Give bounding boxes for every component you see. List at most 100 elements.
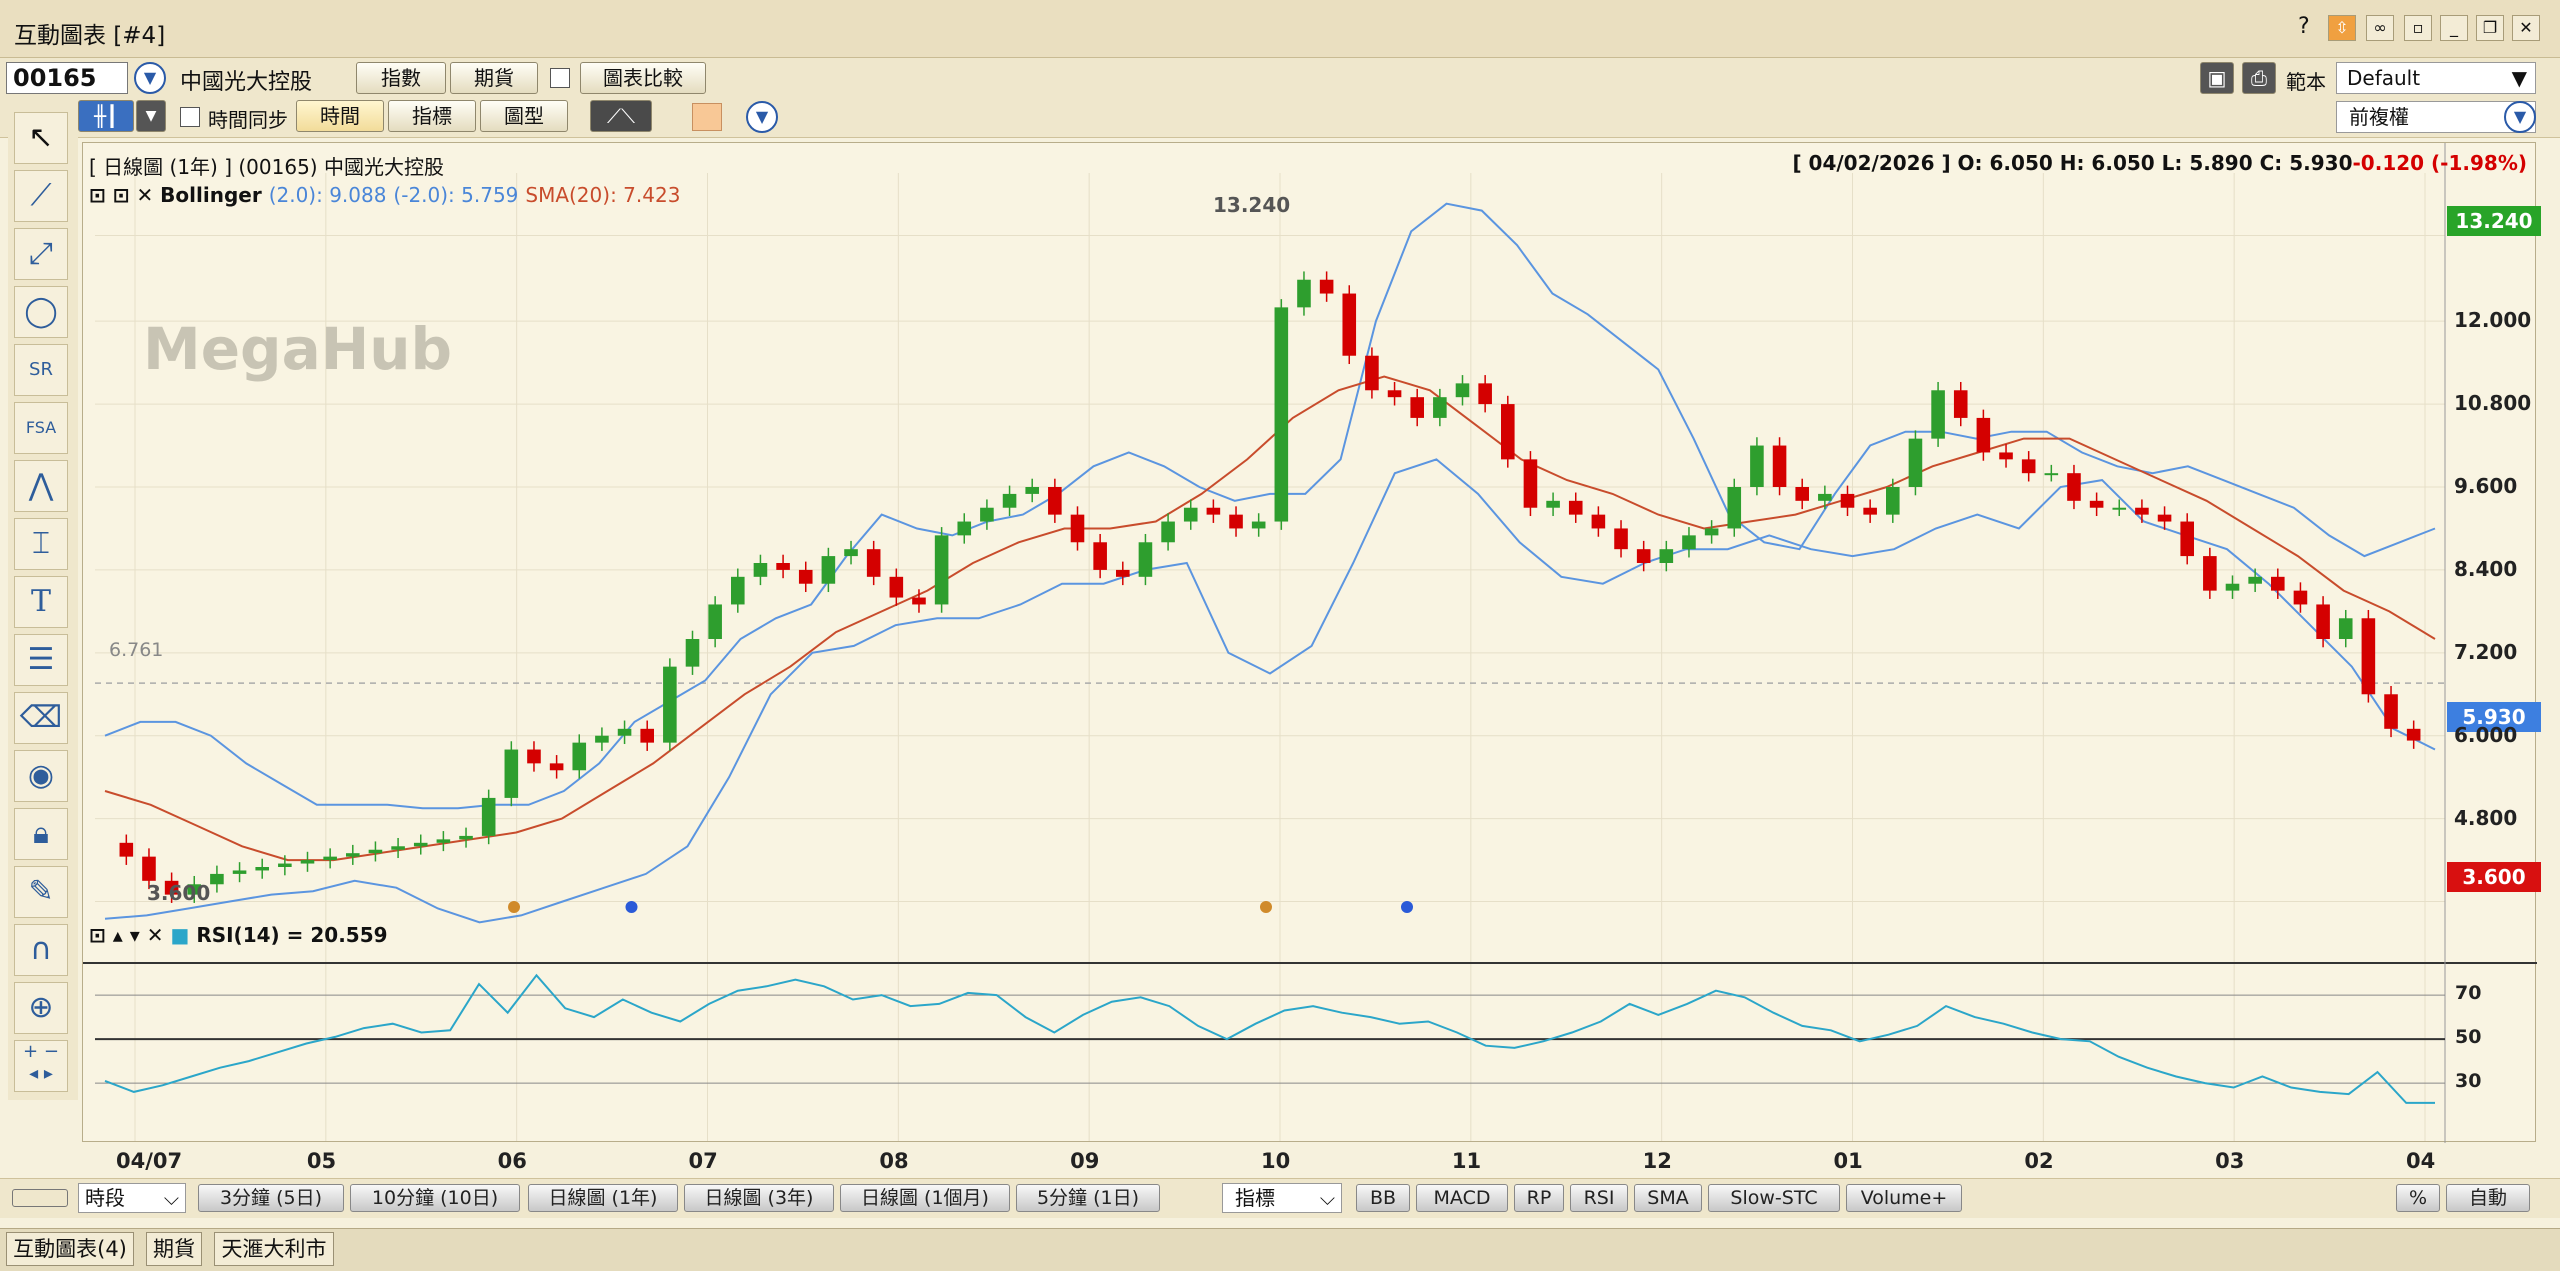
candle-body [2203,556,2217,591]
signal-dot [625,901,638,913]
save-icon[interactable]: ▣ [2200,62,2234,94]
indicator-slow-stc[interactable]: Slow-STC [1708,1184,1840,1212]
measure-icon[interactable]: ⌶ [14,518,68,570]
candle-body [2338,618,2353,639]
drawing-toolbar: ↖ ⟋ ⤢ ◯ SR FSA ⋀ ⌶ T ☰ ⌫ ◉ 🔒︎ ✎ ∩ ⊕ + − ◂… [8,100,78,1100]
x-tick-label: 07 [688,1149,718,1173]
candlestick-icon[interactable]: ╫┃ [78,100,134,132]
chart-type-dropdown-icon[interactable]: ▼ [136,100,166,132]
ellipse-icon[interactable]: ◯ [14,286,68,338]
y-tick-label: 6.000 [2454,722,2518,747]
futures-button[interactable]: 期貨 [450,62,538,94]
template-select[interactable]: Default ▼ [2336,62,2536,94]
indicator-sma[interactable]: SMA [1634,1184,1702,1212]
period-3min[interactable]: 3分鐘 (5日) [198,1184,344,1212]
zigzag-icon[interactable]: ⋀ [14,460,68,512]
chart-canvas[interactable] [83,143,2537,1143]
candle-body [1886,487,1900,515]
period-5min[interactable]: 5分鐘 (1日) [1016,1184,1160,1212]
indicator-macd[interactable]: MACD [1416,1184,1508,1212]
auto-button[interactable]: 自動 [2446,1184,2530,1212]
eraser-icon[interactable]: ⌫ [14,692,68,744]
candle-body [2293,590,2308,605]
period-daily-3y[interactable]: 日線圖 (3年) [684,1184,834,1212]
hide-icon[interactable]: ◉ [14,750,68,802]
fibonacci-arc-icon[interactable]: FSA [14,402,68,454]
magnet-icon[interactable]: ∩ [14,924,68,976]
time-button[interactable]: 時間 [296,100,384,132]
candle-body [278,863,292,867]
candle-body [527,749,541,764]
candle-body [595,735,609,743]
zoom-controls-icon[interactable]: + − ◂ ▸ [14,1040,68,1092]
close-icon[interactable]: ✕ [2512,15,2540,41]
options-dropdown-icon[interactable]: ▼ [746,101,778,133]
x-tick-label: 12 [1642,1149,1672,1173]
candle-body [1206,507,1221,515]
panel-toggle-icon[interactable] [12,1189,68,1207]
period-select[interactable]: 時段 ⌵ [78,1183,186,1213]
candle-body [1138,542,1153,577]
candle-body [980,507,994,522]
candle-body [1636,549,1651,563]
compare-button[interactable]: 圖表比較 [580,62,706,94]
candle-body [2089,500,2104,508]
indicator-volume[interactable]: Volume+ [1846,1184,1962,1212]
alert-line-icon[interactable]: ⤢ [14,228,68,280]
link-icon[interactable]: ∞ [2366,15,2394,41]
compare-checkbox[interactable] [550,68,570,88]
low-label: 3.600 [147,881,211,905]
period-daily-1y[interactable]: 日線圖 (1年) [528,1184,678,1212]
support-resistance-icon[interactable]: SR [14,344,68,396]
stock-dropdown-icon[interactable]: ▼ [134,62,166,94]
indicator-rp[interactable]: RP [1514,1184,1564,1212]
percent-button[interactable]: % [2396,1184,2440,1212]
candle-body [1863,507,1877,515]
line-chart-icon[interactable]: ⟋⟍ [590,100,652,132]
index-button[interactable]: 指數 [356,62,446,94]
restore-icon[interactable]: ▫ [2404,15,2432,41]
template-label: 範本 [2286,70,2326,94]
maximize-icon[interactable]: ❐ [2476,15,2504,41]
candle-body [413,842,428,847]
chart-area[interactable]: [ 日線圖 (1年) ] (00165) 中國光大控股 [ 04/02/2026… [82,142,2537,1143]
help-button[interactable]: ? [2298,14,2310,39]
sma-legend: SMA(20): 7.423 [525,183,681,207]
candle-body [2112,507,2127,510]
status-tab-chart[interactable]: 互動圖表(4) [6,1232,134,1266]
indicator-rsi[interactable]: RSI [1570,1184,1628,1212]
lock-icon[interactable]: 🔒︎ [14,808,68,860]
pin-icon[interactable]: ⇳ [2328,15,2356,41]
fib-retracement-icon[interactable]: ☰ [14,634,68,686]
reference-label: 6.761 [109,639,164,661]
status-tab-market[interactable]: 天滙大利市 [214,1232,334,1266]
stock-code-input[interactable]: 00165 [6,62,128,94]
brush-icon[interactable]: ✎ [14,866,68,918]
print-icon[interactable]: ⎙ [2242,62,2276,94]
indicator-select[interactable]: 指標 ⌵ [1222,1183,1342,1213]
minimize-icon[interactable]: _ [2440,15,2468,41]
pointer-icon[interactable]: ↖ [14,112,68,164]
candle-body [2248,576,2262,584]
status-tab-futures[interactable]: 期貨 [146,1232,202,1266]
color-swatch[interactable] [692,103,722,131]
candle-body [663,666,677,743]
adjust-dropdown-icon[interactable]: ▼ [2504,101,2536,133]
indicator-bb[interactable]: BB [1356,1184,1410,1212]
period-label: 時段 [85,1186,125,1210]
period-10min[interactable]: 10分鐘 (10日) [350,1184,520,1212]
x-tick-label: 10 [1261,1149,1291,1173]
chevron-down-icon: ▼ [2511,66,2527,90]
candle-body [1274,307,1289,522]
rsi-tick-label: 50 [2455,1026,2482,1049]
trendline-icon[interactable]: ⟋ [14,170,68,222]
text-icon[interactable]: T [14,576,68,628]
chart-type-button[interactable]: 圖型 [480,100,568,132]
rsi-tick-label: 30 [2455,1070,2482,1093]
legend-controls-icon[interactable]: ⊡ ⊡ ✕ [89,183,160,207]
rsi-controls-icon[interactable]: ⊡ ▴ ▾ ✕ [89,923,170,947]
zoom-icon[interactable]: ⊕ [14,982,68,1034]
time-sync-checkbox[interactable] [180,107,200,127]
period-daily-1m[interactable]: 日線圖 (1個月) [840,1184,1010,1212]
indicator-button[interactable]: 指標 [388,100,476,132]
